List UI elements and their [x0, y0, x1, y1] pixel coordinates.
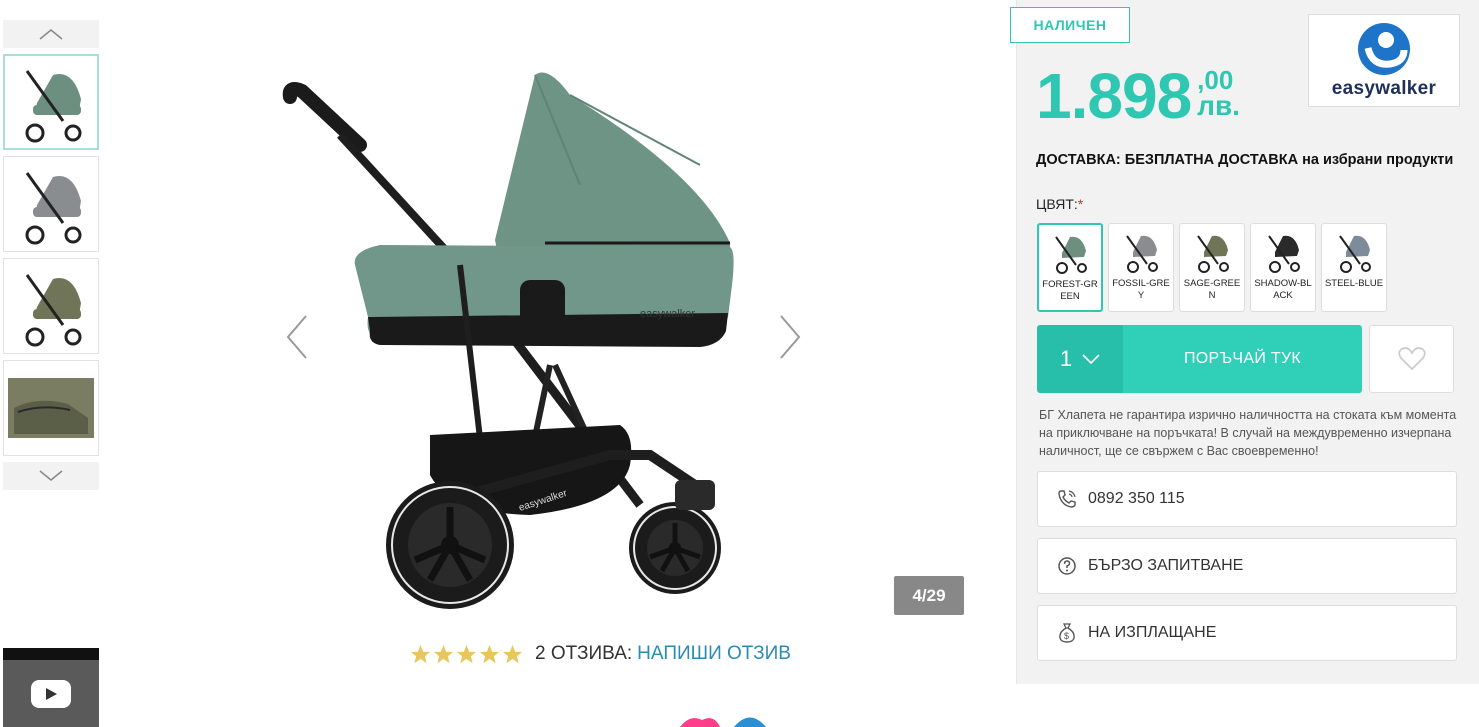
- quantity-select[interactable]: 1: [1037, 325, 1123, 393]
- swatch-shadow-black[interactable]: SHADOW-BLACK: [1250, 223, 1316, 312]
- review-count: 2 ОТЗИВА:: [535, 643, 633, 664]
- write-review-link[interactable]: НАПИШИ ОТЗИВ: [637, 643, 791, 665]
- wishlist-button[interactable]: [1369, 325, 1454, 393]
- star-icon: [479, 644, 500, 663]
- quick-inquiry-button[interactable]: БЪРЗО ЗАПИТВАНЕ: [1037, 538, 1457, 594]
- chevron-left-icon: [286, 315, 307, 359]
- question-circle-icon: [1056, 555, 1078, 577]
- thumbnails-down-arrow[interactable]: [3, 462, 99, 490]
- installments-button[interactable]: $ НА ИЗПЛАЩАНЕ: [1037, 605, 1457, 661]
- required-mark: *: [1077, 196, 1084, 212]
- phone-button[interactable]: 0892 350 115: [1037, 471, 1457, 527]
- heart-icon: [1397, 347, 1426, 371]
- stroller-thumbnail-image: [25, 172, 82, 245]
- thumbnail-1[interactable]: [3, 54, 99, 150]
- price-currency: лв.: [1197, 90, 1240, 121]
- price: 1.898 ,00 лв.: [1036, 58, 1240, 134]
- availability-disclaimer: БГ Хлапета не гарантира изрично наличнос…: [1039, 408, 1457, 458]
- installments-label: НА ИЗПЛАЩАНЕ: [1088, 624, 1217, 641]
- brand-logo[interactable]: easywalker: [1308, 14, 1460, 107]
- swatch-sage-green[interactable]: SAGE-GREEN: [1179, 223, 1245, 312]
- review-summary: 2 ОТЗИВА: НАПИШИ ОТЗИВ: [410, 643, 791, 665]
- stroller-thumbnail-image: [25, 274, 82, 347]
- swatch-stroller-image: [1197, 235, 1229, 273]
- star-icon: [410, 644, 431, 663]
- fabric-detail-thumbnail-image: [8, 378, 94, 438]
- swatch-label: FOSSIL-GREY: [1112, 278, 1170, 301]
- stroller-image: easywalker easywalker: [282, 72, 734, 609]
- price-amount: 1.898: [1036, 60, 1192, 132]
- swatch-label: SAGE-GREEN: [1183, 278, 1241, 301]
- easywalker-logo-icon: [1358, 22, 1410, 75]
- stroller-thumbnail-image: [25, 70, 82, 143]
- availability-badge: НАЛИЧЕН: [1010, 7, 1130, 43]
- chevron-down-icon: [1082, 354, 1100, 364]
- star-icon: [433, 644, 454, 663]
- phone-number: 0892 350 115: [1088, 490, 1185, 507]
- color-label: ЦВЯТ:*: [1036, 196, 1083, 212]
- quick-inquiry-label: БЪРЗО ЗАПИТВАНЕ: [1088, 557, 1244, 574]
- swatch-stroller-image: [1126, 235, 1158, 273]
- price-cents: ,00: [1197, 65, 1234, 95]
- swatch-label: STEEL-BLUE: [1324, 278, 1384, 289]
- thumbnails-up-arrow[interactable]: [3, 20, 99, 48]
- color-swatches: FOREST-GREEN FOSSIL-GREY SAGE-GREEN SHAD…: [1037, 223, 1387, 312]
- svg-text:$: $: [1064, 631, 1069, 641]
- brand-logos-strip: [680, 717, 766, 727]
- thumbnail-2[interactable]: [3, 156, 99, 252]
- swatch-stroller-image: [1339, 235, 1371, 273]
- swatch-forest-green[interactable]: FOREST-GREEN: [1037, 223, 1103, 312]
- phone-icon: [1056, 488, 1078, 510]
- thumbnail-rail: [3, 20, 99, 490]
- chevron-right-icon: [780, 315, 801, 359]
- image-counter: 4/29: [894, 576, 964, 615]
- swatch-label: FOREST-GREEN: [1042, 279, 1098, 302]
- youtube-play-icon: [31, 679, 71, 708]
- delivery-info: ДОСТАВКА: БЕЗПЛАТНА ДОСТАВКА на избрани …: [1036, 152, 1454, 168]
- star-icon: [456, 644, 477, 663]
- video-thumbnail[interactable]: [3, 648, 99, 727]
- money-bag-icon: $: [1056, 622, 1078, 644]
- previous-image-arrow[interactable]: [282, 312, 312, 362]
- order-row: 1 ПОРЪЧАЙ ТУК: [1037, 325, 1362, 393]
- thumbnail-3[interactable]: [3, 258, 99, 354]
- main-product-image[interactable]: easywalker easywalker: [280, 55, 820, 625]
- swatch-steel-blue[interactable]: STEEL-BLUE: [1321, 223, 1387, 312]
- chevron-up-icon: [39, 29, 63, 40]
- order-button[interactable]: ПОРЪЧАЙ ТУК: [1123, 325, 1362, 393]
- star-rating: [410, 644, 523, 665]
- svg-text:easywalker: easywalker: [640, 308, 695, 320]
- quantity-value: 1: [1059, 346, 1073, 371]
- color-label-text: ЦВЯТ:: [1036, 196, 1078, 212]
- brand-logo-text: easywalker: [1331, 77, 1437, 99]
- swatch-stroller-image: [1055, 236, 1087, 274]
- star-icon: [502, 644, 523, 663]
- swatch-fossil-grey[interactable]: FOSSIL-GREY: [1108, 223, 1174, 312]
- swatch-label: SHADOW-BLACK: [1254, 278, 1312, 301]
- thumbnail-4[interactable]: [3, 360, 99, 456]
- next-image-arrow[interactable]: [775, 312, 805, 362]
- chevron-down-icon: [39, 470, 63, 481]
- swatch-stroller-image: [1268, 235, 1300, 273]
